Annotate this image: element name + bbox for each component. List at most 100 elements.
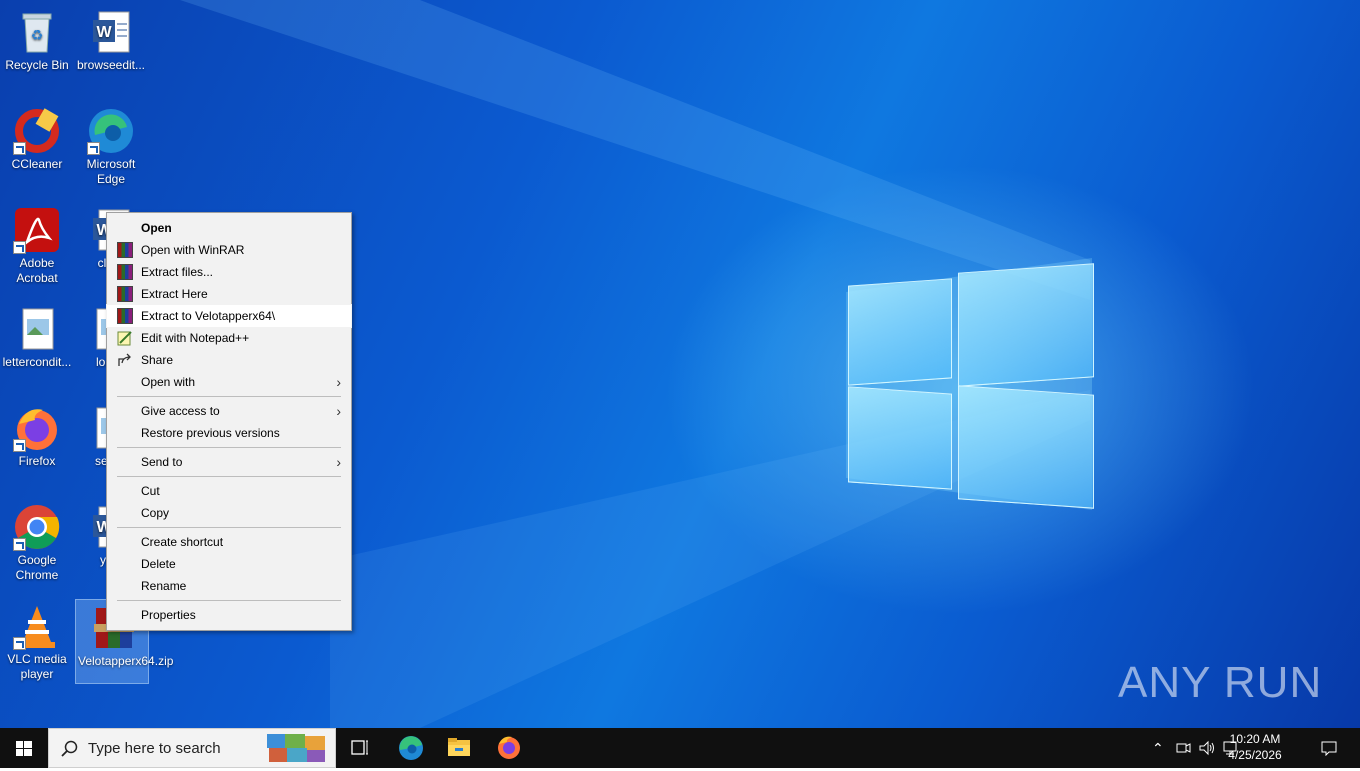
- edge-icon: [87, 107, 135, 155]
- recycle-bin-icon: ♻: [13, 8, 61, 56]
- chevron-right-icon: ›: [336, 454, 341, 470]
- menu-item-share[interactable]: Share: [107, 349, 351, 371]
- acrobat-icon: [13, 206, 61, 254]
- menu-item-cut[interactable]: Cut: [107, 480, 351, 502]
- menu-separator: [117, 527, 341, 528]
- search-highlight-puzzle-icon: [267, 734, 325, 762]
- windows-logo-icon: [16, 741, 32, 756]
- menu-separator: [117, 600, 341, 601]
- volume-icon[interactable]: [1198, 740, 1216, 756]
- search-icon: [61, 740, 78, 757]
- logo-pane: [958, 263, 1094, 387]
- menu-item-label: Extract to Velotapperx64\: [141, 309, 276, 323]
- folder-icon: [448, 738, 470, 756]
- winrar-icon: [117, 286, 133, 302]
- winrar-icon: [117, 242, 133, 258]
- menu-item-open[interactable]: Open: [107, 217, 351, 239]
- icon-label: Adobe Acrobat: [16, 256, 58, 285]
- image-file-icon: [13, 305, 61, 353]
- shortcut-arrow-icon: [13, 538, 26, 551]
- desktop-icon-recycle-bin[interactable]: ♻ Recycle Bin: [0, 4, 74, 73]
- winrar-icon: [117, 308, 133, 324]
- start-button[interactable]: [0, 728, 48, 768]
- shortcut-arrow-icon: [13, 142, 26, 155]
- menu-item-label: Cut: [141, 484, 160, 498]
- notepadpp-icon: [117, 330, 133, 346]
- menu-item-label: Open with WinRAR: [141, 243, 245, 257]
- menu-item-open-with-winrar[interactable]: Open with WinRAR: [107, 239, 351, 261]
- desktop-icon-ccleaner[interactable]: CCleaner: [0, 103, 74, 172]
- menu-item-give-access-to[interactable]: Give access to ›: [107, 400, 351, 422]
- icon-label: Google Chrome: [15, 553, 59, 582]
- desktop-icon-microsoft-edge[interactable]: Microsoft Edge: [74, 103, 148, 187]
- menu-item-label: Extract files...: [141, 265, 214, 279]
- menu-item-send-to[interactable]: Send to ›: [107, 451, 351, 473]
- svg-text:W: W: [96, 24, 112, 41]
- task-view-button[interactable]: [336, 728, 384, 768]
- taskbar: Type here to search ⌃ 10:20 AM 4/25/2026: [0, 728, 1360, 768]
- menu-item-label: Properties: [141, 608, 196, 622]
- desktop-icon-adobe-acrobat[interactable]: Adobe Acrobat: [0, 202, 74, 286]
- search-placeholder: Type here to search: [88, 740, 221, 757]
- menu-item-label: Extract Here: [141, 287, 208, 301]
- menu-item-extract-files[interactable]: Extract files...: [107, 261, 351, 283]
- menu-item-edit-with-notepadpp[interactable]: Edit with Notepad++: [107, 327, 351, 349]
- clock[interactable]: 10:20 AM 4/25/2026: [1220, 731, 1290, 763]
- chevron-right-icon: ›: [336, 374, 341, 390]
- menu-item-properties[interactable]: Properties: [107, 604, 351, 626]
- menu-item-create-shortcut[interactable]: Create shortcut: [107, 531, 351, 553]
- anyrun-watermark: ANY RUN: [1118, 658, 1323, 707]
- taskbar-edge-button[interactable]: [387, 728, 435, 768]
- icon-label: browseedit...: [76, 58, 146, 72]
- desktop-icon-google-chrome[interactable]: Google Chrome: [0, 499, 74, 583]
- search-box[interactable]: Type here to search: [48, 728, 336, 768]
- meet-now-icon[interactable]: [1175, 740, 1191, 756]
- taskbar-firefox-button[interactable]: [485, 728, 533, 768]
- logo-pane: [848, 386, 952, 490]
- icon-label: CCleaner: [11, 157, 63, 171]
- menu-item-restore-previous-versions[interactable]: Restore previous versions: [107, 422, 351, 444]
- edge-icon: [399, 736, 423, 760]
- menu-item-copy[interactable]: Copy: [107, 502, 351, 524]
- clock-date: 4/25/2026: [1228, 748, 1282, 762]
- icon-label: Velotapperx64.zip: [78, 654, 174, 668]
- menu-item-label: Send to: [141, 455, 183, 469]
- menu-item-label: Give access to: [141, 404, 220, 418]
- menu-separator: [117, 476, 341, 477]
- menu-item-label: Open with: [141, 375, 196, 389]
- shortcut-arrow-icon: [13, 241, 26, 254]
- menu-item-delete[interactable]: Delete: [107, 553, 351, 575]
- chevron-up-icon[interactable]: ⌃: [1152, 740, 1164, 756]
- desktop-icon-vlc[interactable]: VLC media player: [0, 598, 74, 682]
- menu-separator: [117, 396, 341, 397]
- winrar-icon: [117, 264, 133, 280]
- menu-item-label: Rename: [141, 579, 187, 593]
- context-menu[interactable]: Open Open with WinRAR Extract files... E…: [106, 212, 352, 631]
- notification-center-icon[interactable]: [1320, 740, 1338, 757]
- icon-label: lettercondit...: [2, 355, 72, 369]
- menu-item-label: Edit with Notepad++: [141, 331, 250, 345]
- icon-label: VLC media player: [7, 652, 67, 681]
- desktop-icon-firefox[interactable]: Firefox: [0, 400, 74, 469]
- menu-item-open-with[interactable]: Open with ›: [107, 371, 351, 393]
- menu-separator: [117, 447, 341, 448]
- vlc-icon: [13, 602, 61, 650]
- firefox-icon: [498, 736, 520, 759]
- icon-label: Recycle Bin: [5, 58, 69, 72]
- ccleaner-icon: [13, 107, 61, 155]
- logo-pane: [958, 385, 1094, 509]
- menu-item-rename[interactable]: Rename: [107, 575, 351, 597]
- chevron-right-icon: ›: [336, 403, 341, 419]
- icon-label: Microsoft Edge: [86, 157, 136, 186]
- menu-item-label: Restore previous versions: [141, 426, 280, 440]
- desktop-icon-lettercondit[interactable]: lettercondit...: [0, 301, 74, 370]
- clock-time: 10:20 AM: [1229, 732, 1281, 746]
- shortcut-arrow-icon: [87, 142, 100, 155]
- menu-item-extract-to-folder[interactable]: Extract to Velotapperx64\: [106, 304, 352, 328]
- menu-item-extract-here[interactable]: Extract Here: [107, 283, 351, 305]
- desktop-icon-browseedit[interactable]: W browseedit...: [74, 4, 148, 73]
- chrome-icon: [13, 503, 61, 551]
- menu-item-label: Share: [141, 353, 174, 367]
- share-icon: [117, 352, 133, 368]
- taskbar-file-explorer-button[interactable]: [435, 728, 483, 768]
